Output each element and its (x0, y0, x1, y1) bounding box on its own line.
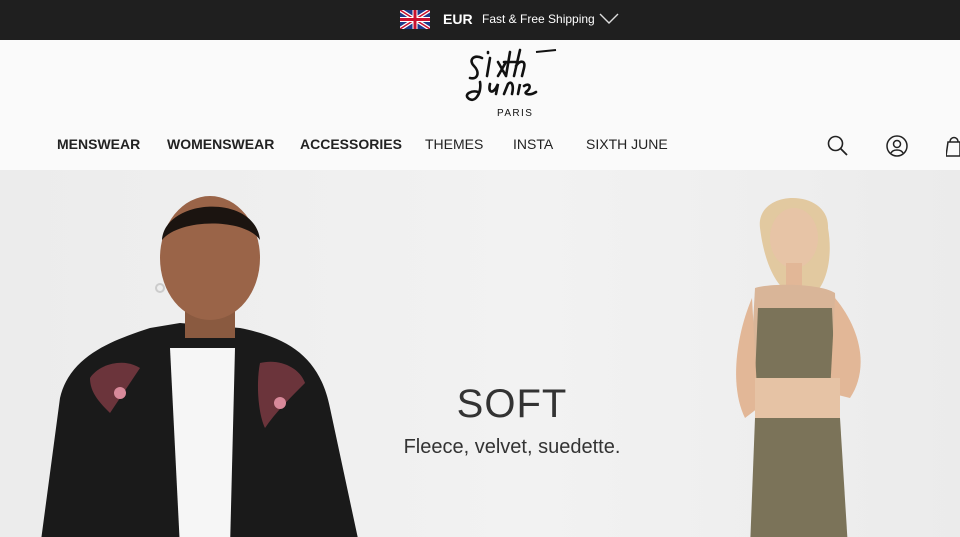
brand-logo[interactable]: PARIS (460, 48, 564, 119)
search-icon[interactable] (826, 134, 850, 158)
cart-icon[interactable] (946, 134, 960, 158)
hero-title: SOFT (456, 382, 568, 426)
account-icon[interactable] (885, 134, 909, 158)
nav-item-insta[interactable]: INSTA (513, 136, 553, 152)
hero-model-woman (736, 198, 861, 537)
nav-item-menswear[interactable]: MENSWEAR (57, 136, 140, 152)
shipping-banner[interactable]: Fast & Free Shipping (482, 12, 595, 26)
nav-item-womenswear[interactable]: WOMENSWEAR (167, 136, 274, 152)
nav-item-accessories[interactable]: ACCESSORIES (300, 136, 402, 152)
nav-item-themes[interactable]: THEMES (425, 136, 483, 152)
uk-flag-icon[interactable] (400, 10, 430, 29)
main-navigation: MENSWEAR WOMENSWEAR ACCESSORIES THEMES I… (0, 136, 960, 156)
top-bar: EUR Fast & Free Shipping (0, 0, 960, 40)
brand-tagline: PARIS (497, 108, 534, 119)
currency-selector[interactable]: EUR (443, 11, 473, 27)
nav-item-sixth-june[interactable]: SIXTH JUNE (586, 136, 668, 152)
hero-subtitle: Fleece, velvet, suedette. (403, 436, 621, 458)
chevron-down-icon[interactable] (599, 13, 619, 25)
hero-banner[interactable]: SOFT Fleece, velvet, suedette. (0, 170, 960, 537)
site-header: PARIS MENSWEAR WOMENSWEAR ACCESSORIES TH… (0, 40, 960, 170)
brand-logo-script (465, 48, 557, 102)
hero-model-man (41, 196, 358, 537)
